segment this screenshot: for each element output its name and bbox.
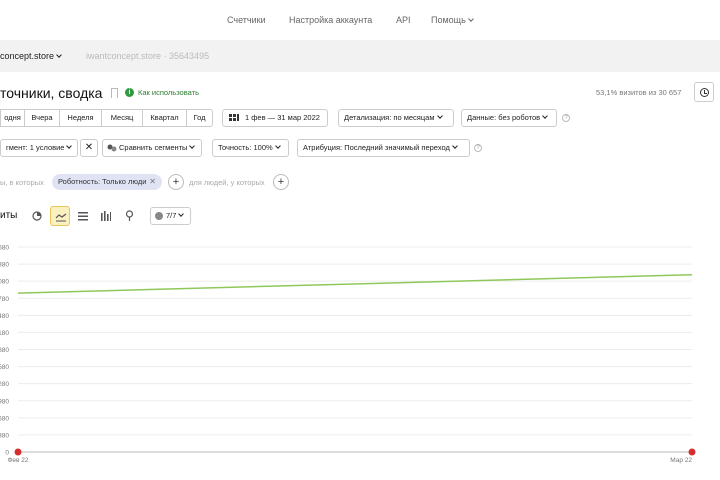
y-tick-label: 3380	[0, 262, 9, 269]
nav-counters[interactable]: Счетчики	[227, 15, 266, 25]
date-range-label: 1 фев — 31 мар 2022	[245, 113, 320, 122]
period-yesterday[interactable]: Вчера	[24, 109, 60, 127]
bars-icon	[78, 212, 88, 221]
counter-info: iwantconcept.store · 35643495	[86, 51, 210, 61]
pie-chart-button[interactable]	[27, 206, 47, 226]
series-selector[interactable]: 7/7	[150, 207, 191, 225]
add-people-filter-button[interactable]: +	[273, 174, 289, 190]
period-quarter[interactable]: Квартал	[142, 109, 187, 127]
help-icon[interactable]: ?	[474, 144, 482, 152]
period-year[interactable]: Год	[186, 109, 213, 127]
visits-line-chart: 0 380 680 980 1280 1580 1880 2180 2480 2780 3080 33…	[0, 245, 696, 464]
x-tick-label: Мар 22	[670, 457, 692, 464]
map-pin-icon	[125, 210, 134, 221]
y-tick-label: 380	[0, 432, 9, 439]
page-title: точники, сводка	[0, 85, 103, 101]
y-tick-label: 0	[5, 450, 9, 457]
history-button[interactable]	[694, 82, 714, 102]
column-chart-button[interactable]	[96, 206, 116, 226]
accuracy-label: Точность: 100%	[218, 143, 273, 152]
chart-title: иты	[0, 210, 18, 221]
filter-chip-label: Роботность: Только люди	[58, 177, 147, 186]
chevron-down-icon	[452, 143, 458, 149]
bookmark-icon[interactable]	[111, 88, 118, 98]
info-icon: i	[125, 88, 134, 97]
y-tick-label: 980	[0, 398, 9, 405]
detail-label: Детализация: по месяцам	[344, 113, 435, 122]
y-tick-label: 2480	[0, 313, 9, 320]
series-icon	[155, 212, 163, 220]
data-label: Данные: без роботов	[467, 113, 541, 122]
line-chart-icon	[55, 213, 67, 222]
y-tick-label: 3680	[0, 245, 9, 252]
nav-help[interactable]: Помощь	[431, 15, 474, 25]
y-tick-label: 3080	[0, 279, 9, 286]
pie-icon	[32, 211, 42, 221]
filter-prefix: ы, в которых	[0, 178, 44, 187]
series-line[interactable]	[17, 274, 693, 294]
x-tick-label: Фев 22	[7, 457, 28, 464]
y-tick-label: 1880	[0, 347, 9, 354]
map-button[interactable]	[119, 206, 139, 226]
counter-bar: concept.store iwantconcept.store · 35643…	[0, 40, 720, 72]
nav-api[interactable]: API	[396, 15, 411, 25]
chevron-down-icon	[436, 113, 443, 119]
y-tick-label: 1280	[0, 381, 9, 388]
period-today[interactable]: одня	[0, 109, 25, 127]
segment-label: гмент: 1 условие	[6, 143, 65, 152]
add-filter-button[interactable]: +	[168, 174, 184, 190]
event-marker[interactable]	[688, 448, 696, 456]
period-month[interactable]: Месяц	[101, 109, 143, 127]
line-chart-button[interactable]	[50, 206, 70, 226]
chevron-down-icon	[274, 143, 281, 149]
chevron-down-icon	[66, 143, 73, 149]
chevron-down-icon	[467, 16, 474, 22]
chevron-down-icon	[178, 211, 185, 217]
attribution-label: Атрибуция: Последний значимый переход	[303, 143, 450, 152]
counter-name: concept.store	[0, 51, 55, 61]
y-tick-label: 2780	[0, 296, 9, 303]
detail-dropdown[interactable]: Детализация: по месяцам	[338, 109, 454, 127]
y-tick-label: 1580	[0, 364, 9, 371]
compare-label: Сравнить сегменты	[119, 143, 188, 152]
data-dropdown[interactable]: Данные: без роботов	[461, 109, 557, 127]
attribution-dropdown[interactable]: Атрибуция: Последний значимый переход	[297, 139, 470, 157]
nav-account-settings[interactable]: Настройка аккаунта	[289, 15, 372, 25]
period-week[interactable]: Неделя	[59, 109, 102, 127]
close-icon: ✕	[84, 142, 94, 153]
close-icon[interactable]: ✕	[149, 174, 156, 190]
visits-share-text: 53,1% визитов из 30 657	[596, 88, 682, 97]
nav-help-label: Помощь	[431, 15, 466, 25]
chevron-down-icon	[542, 113, 548, 119]
date-range-picker[interactable]: 1 фев — 31 мар 2022	[222, 109, 328, 127]
filter-chip-robots[interactable]: Роботность: Только люди ✕	[52, 174, 162, 190]
filter-people-text: для людей, у которых	[189, 178, 265, 187]
accuracy-dropdown[interactable]: Точность: 100%	[212, 139, 289, 157]
y-tick-label: 2180	[0, 330, 9, 337]
columns-icon	[101, 211, 111, 221]
how-to-use-link[interactable]: Как использовать	[138, 88, 199, 97]
counter-selector[interactable]: concept.store	[0, 51, 62, 61]
calendar-icon	[229, 114, 239, 121]
event-marker[interactable]	[14, 448, 22, 456]
compare-icon	[107, 144, 117, 152]
series-count: 7/7	[166, 211, 177, 220]
segment-dropdown[interactable]: гмент: 1 условие	[0, 139, 78, 157]
clock-icon	[700, 88, 709, 97]
clear-segment-button[interactable]: ✕	[80, 139, 98, 157]
y-tick-label: 680	[0, 415, 9, 422]
chevron-down-icon	[189, 143, 196, 149]
help-icon[interactable]: ?	[562, 114, 570, 122]
compare-segments-button[interactable]: Сравнить сегменты	[102, 139, 202, 157]
bar-chart-button[interactable]	[73, 206, 93, 226]
chevron-down-icon	[56, 52, 62, 58]
top-navigation: Счетчики Настройка аккаунта API Помощь	[0, 0, 720, 40]
